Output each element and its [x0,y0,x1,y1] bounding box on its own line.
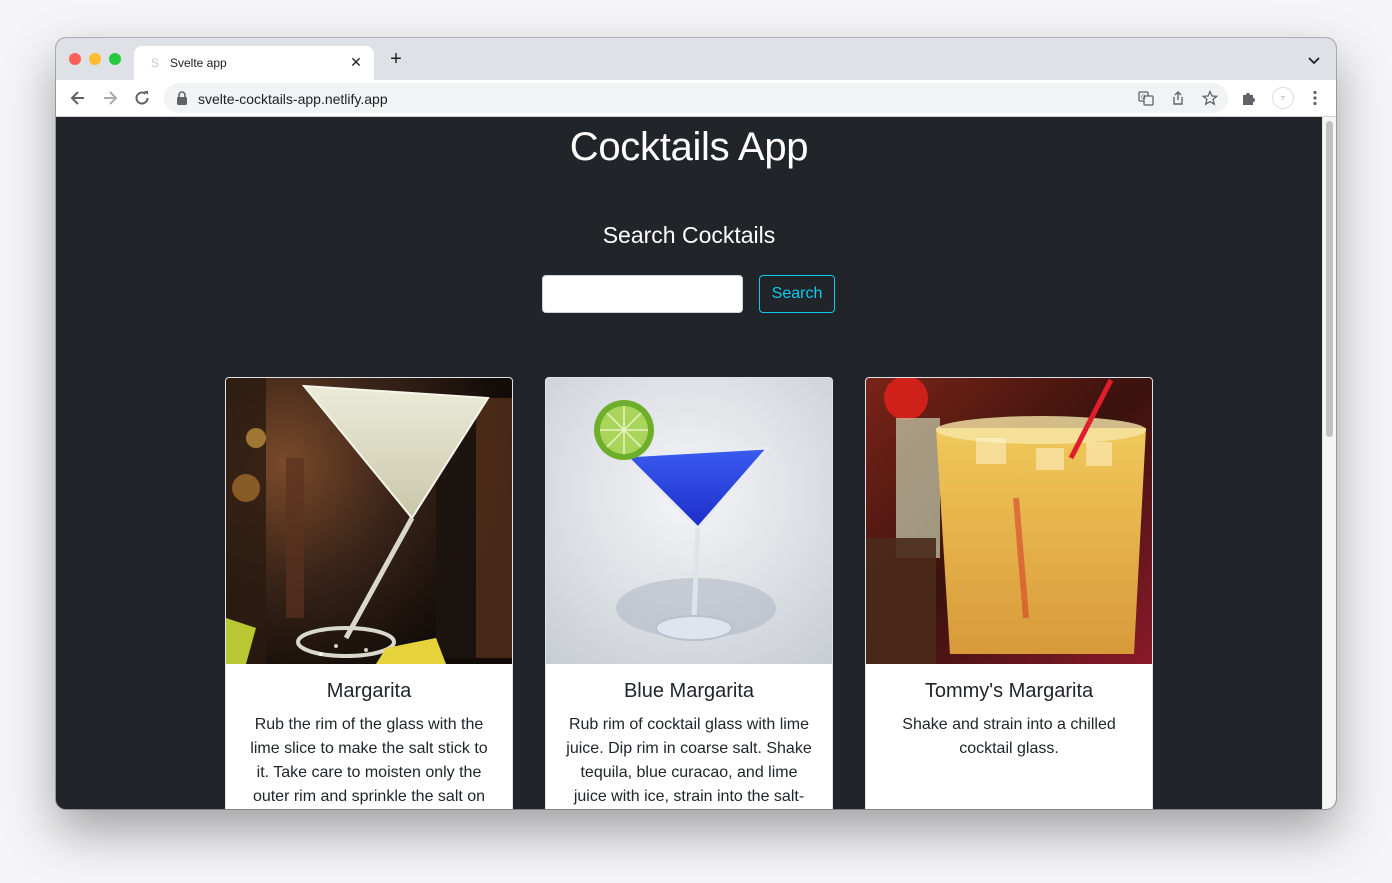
cocktail-card[interactable]: Blue Margarita Rub rim of cocktail glass… [545,377,833,809]
cocktail-image [546,378,832,664]
new-tab-icon[interactable]: + [386,49,406,69]
url-text: svelte-cocktails-app.netlify.app [198,91,388,107]
tab-title: Svelte app [170,56,227,70]
scrollbar-thumb[interactable] [1326,121,1333,437]
search-button[interactable]: Search [759,275,835,313]
tab-strip: S Svelte app ✕ + [56,38,1336,80]
browser-toolbar: svelte-cocktails-app.netlify.app G ▿ [56,80,1336,117]
cocktail-card[interactable]: Margarita Rub the rim of the glass with … [225,377,513,809]
browser-window: S Svelte app ✕ + svelte-cocktails-app.ne… [56,38,1336,809]
back-arrow-icon[interactable] [68,88,88,108]
cocktail-card[interactable]: Tommy's Margarita Shake and strain into … [865,377,1153,809]
page-content: Cocktails App Search Cocktails Search Ma… [56,117,1322,809]
card-instructions: Shake and strain into a chilled cocktail… [902,716,1116,757]
close-tab-icon[interactable]: ✕ [348,53,364,71]
cocktail-image [226,378,512,664]
svg-text:G: G [1141,94,1146,101]
svelte-favicon-icon: S [150,56,159,70]
forward-arrow-icon[interactable] [100,88,120,108]
card-title: Blue Margarita [623,680,755,702]
cocktail-image [866,378,1152,664]
minimize-window-button[interactable] [89,53,101,65]
extensions-puzzle-icon[interactable] [1240,89,1258,107]
card-instructions: Rub rim of cocktail glass with lime juic… [566,716,812,805]
bookmark-star-icon[interactable] [1202,90,1218,106]
close-window-button[interactable] [69,53,81,65]
address-bar[interactable]: svelte-cocktails-app.netlify.app G [164,83,1228,113]
card-title: Tommy's Margarita [924,680,1094,702]
search-input[interactable] [542,275,743,313]
card-instructions: Rub the rim of the glass with the lime s… [250,716,488,805]
search-heading: Search Cocktails [602,222,776,248]
profile-avatar[interactable]: ▿ [1272,87,1294,109]
card-body: Tommy's Margarita Shake and strain into … [866,664,1152,777]
lock-icon [177,91,187,105]
reload-icon[interactable] [132,88,152,108]
card-body: Margarita Rub the rim of the glass with … [226,664,512,809]
card-body: Blue Margarita Rub rim of cocktail glass… [546,664,832,809]
maximize-window-button[interactable] [109,53,121,65]
browser-tab[interactable]: S Svelte app ✕ [134,46,374,80]
translate-icon[interactable]: G [1138,90,1154,106]
more-menu-icon[interactable] [1306,89,1324,107]
page-scrollbar[interactable] [1322,117,1336,809]
share-icon[interactable] [1170,90,1186,106]
tab-search-chevron-icon[interactable] [1306,52,1322,68]
page-title: Cocktails App [569,125,809,169]
card-title: Margarita [326,680,412,702]
